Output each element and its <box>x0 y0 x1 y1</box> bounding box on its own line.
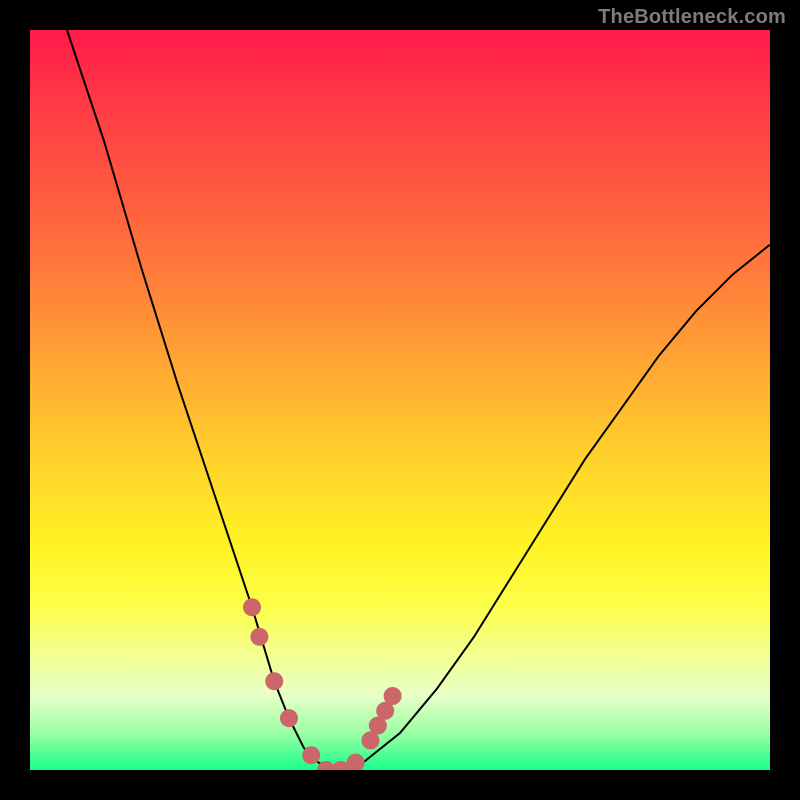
curve-line <box>67 30 770 770</box>
marker-point <box>280 709 298 727</box>
watermark-text: TheBottleneck.com <box>598 6 786 29</box>
bottleneck-curve <box>67 30 770 770</box>
marker-point <box>347 754 365 770</box>
marker-point <box>250 628 268 646</box>
marker-point <box>302 746 320 764</box>
chart-svg <box>30 30 770 770</box>
marker-point <box>243 598 261 616</box>
marker-point <box>265 672 283 690</box>
marker-group <box>243 598 402 770</box>
plot-gradient-area <box>30 30 770 770</box>
marker-point <box>384 687 402 705</box>
